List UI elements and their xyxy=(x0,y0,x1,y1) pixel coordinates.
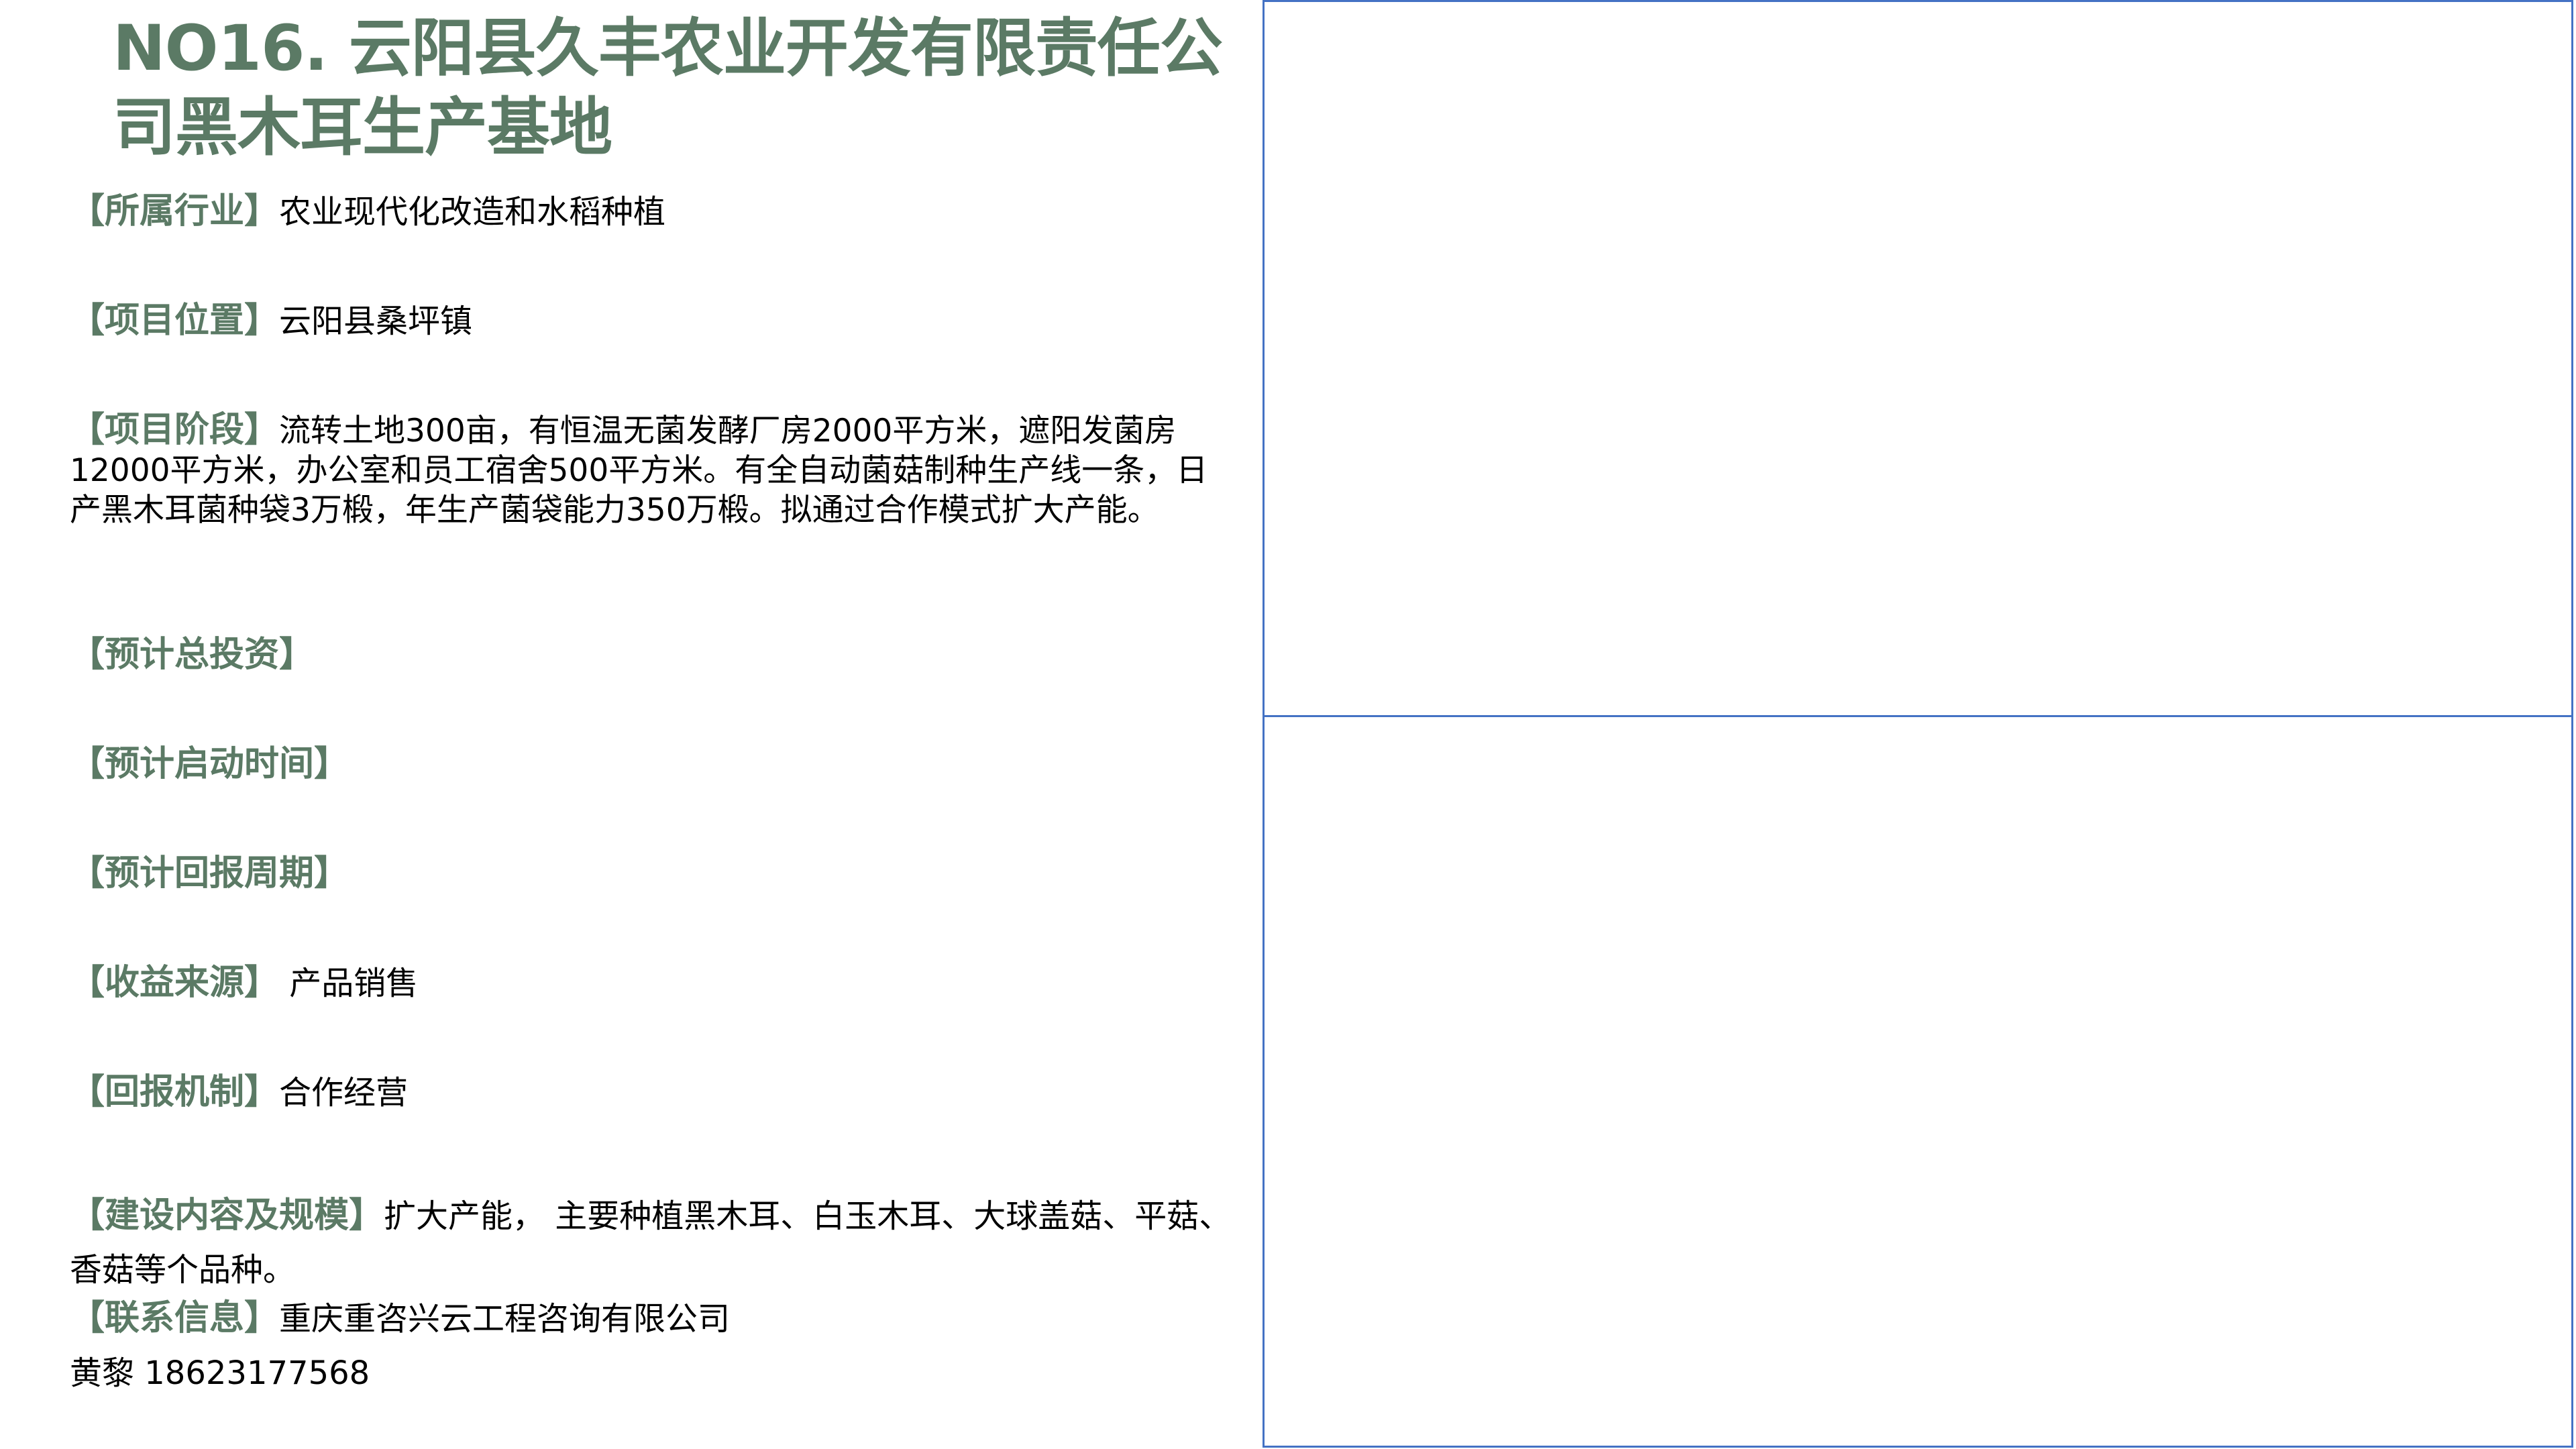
field-contact: 【联系信息】重庆重咨兴云工程咨询有限公司 xyxy=(70,1299,1237,1338)
field-label: 【预计回报周期】 xyxy=(70,853,350,894)
field-label: 【项目阶段】 xyxy=(70,410,280,450)
field-start-time: 【预计启动时间】 xyxy=(70,745,1237,784)
field-label: 【联系信息】 xyxy=(70,1298,280,1338)
field-label: 【预计总投资】 xyxy=(70,635,315,675)
contact-person: 黄黎 18623177568 xyxy=(70,1354,370,1392)
field-value: 产品销售 xyxy=(279,965,419,1002)
field-label: 【收益来源】 xyxy=(70,963,280,1003)
field-total-investment: 【预计总投资】 xyxy=(70,635,1237,675)
field-label: 【回报机制】 xyxy=(70,1072,280,1112)
field-label: 【预计启动时间】 xyxy=(70,744,350,784)
image-placeholder-top xyxy=(1263,0,2573,718)
field-label: 【项目位置】 xyxy=(70,301,280,341)
field-return-mechanism: 【回报机制】合作经营 xyxy=(70,1073,1237,1112)
field-value: 重庆重咨兴云工程咨询有限公司 xyxy=(279,1300,731,1338)
image-placeholder-bottom xyxy=(1263,715,2573,1448)
field-value: 合作经营 xyxy=(279,1074,409,1112)
field-location: 【项目位置】云阳县桑坪镇 xyxy=(70,301,1237,341)
field-value: 农业现代化改造和水稻种植 xyxy=(279,193,666,231)
field-return-period: 【预计回报周期】 xyxy=(70,854,1237,894)
field-revenue-source: 【收益来源】 产品销售 xyxy=(70,963,1237,1003)
field-construction-scale: 【建设内容及规模】扩大产能， 主要种植黑木耳、白玉木耳、大球盖菇、平菇、香菇等个… xyxy=(70,1189,1237,1297)
field-stage: 【项目阶段】流转土地300亩，有恒温无菌发酵厂房2000平方米，遮阳发菌房120… xyxy=(70,411,1237,530)
field-label: 【所属行业】 xyxy=(70,191,280,231)
field-label: 【建设内容及规模】 xyxy=(70,1195,384,1236)
field-value: 云阳县桑坪镇 xyxy=(279,303,473,340)
page-title: NO16. 云阳县久丰农业开发有限责任公司黑木耳生产基地 xyxy=(113,12,1223,164)
field-industry: 【所属行业】农业现代化改造和水稻种植 xyxy=(70,192,1237,231)
